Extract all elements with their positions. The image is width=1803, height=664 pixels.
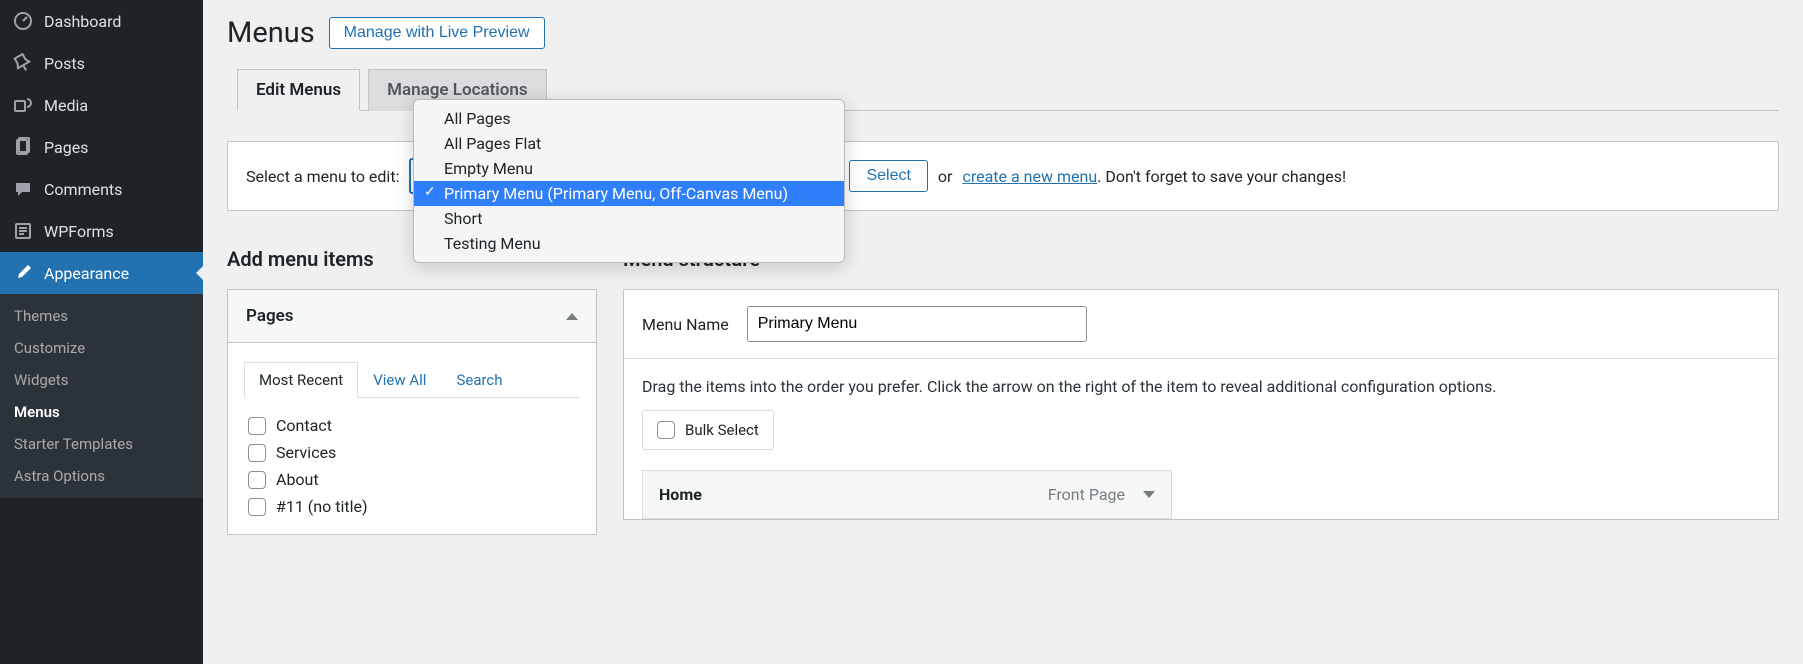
dropdown-option[interactable]: All Pages [414,106,844,131]
menu-name-input[interactable] [747,306,1087,342]
media-icon [12,94,34,116]
page-row: #11 (no title) [248,493,576,520]
sub-starter-templates[interactable]: Starter Templates [0,428,203,460]
comment-icon [12,178,34,200]
form-icon [12,220,34,242]
tab-most-recent[interactable]: Most Recent [244,362,358,398]
page-checkbox[interactable] [248,417,266,435]
panel-title: Pages [246,306,294,326]
nav-pages[interactable]: Pages [0,126,203,168]
select-suffix-label: . Don't forget to save your changes! [1097,167,1346,186]
dropdown-option-selected[interactable]: Primary Menu (Primary Menu, Off-Canvas M… [414,181,844,206]
pages-checklist: Contact Services About #11 (no title) [228,398,596,534]
page-label: About [276,470,319,489]
page-heading: Menus Manage with Live Preview [227,16,1779,50]
dashboard-icon [12,10,34,32]
tab-view-all[interactable]: View All [358,362,441,398]
page-checkbox[interactable] [248,471,266,489]
add-menu-items-column: Add menu items Pages Most Recent View Al… [227,247,597,535]
nav-label: Pages [44,138,88,157]
nav-comments[interactable]: Comments [0,168,203,210]
caret-down-icon [1143,491,1155,498]
nav-media[interactable]: Media [0,84,203,126]
admin-sidebar: Dashboard Posts Media Pages Comments WPF… [0,0,203,664]
menu-name-label: Menu Name [642,315,729,334]
nav-label: Media [44,96,88,115]
or-label: or [938,167,953,186]
page-label: Services [276,443,336,462]
brush-icon [12,262,34,284]
page-checkbox[interactable] [248,498,266,516]
dropdown-option[interactable]: Testing Menu [414,231,844,256]
tab-search[interactable]: Search [441,362,517,398]
bulk-select-label: Bulk Select [685,421,759,439]
sub-menus[interactable]: Menus [0,396,203,428]
dropdown-option[interactable]: Short [414,206,844,231]
nav-label: Comments [44,180,122,199]
page-title: Menus [227,16,315,50]
sub-widgets[interactable]: Widgets [0,364,203,396]
nav-dashboard[interactable]: Dashboard [0,0,203,42]
pages-inner-tabs: Most Recent View All Search [244,361,580,398]
pages-panel: Pages Most Recent View All Search Contac… [227,289,597,535]
bulk-select-toggle[interactable]: Bulk Select [642,410,774,450]
menu-select-options-popup: All Pages All Pages Flat Empty Menu Prim… [413,99,845,263]
bulk-select-checkbox[interactable] [657,421,675,439]
menu-item-title: Home [659,485,702,504]
page-row: About [248,466,576,493]
sub-astra-options[interactable]: Astra Options [0,460,203,492]
nav-label: Posts [44,54,85,73]
select-button[interactable]: Select [849,160,927,192]
sub-themes[interactable]: Themes [0,300,203,332]
menu-structure-panel: Menu Name Drag the items into the order … [623,289,1779,520]
menu-item-type: Front Page [1048,485,1125,504]
dropdown-option[interactable]: Empty Menu [414,156,844,181]
pin-icon [12,52,34,74]
nav-appearance[interactable]: Appearance [0,252,203,294]
nav-posts[interactable]: Posts [0,42,203,84]
page-label: #11 (no title) [276,497,368,516]
page-checkbox[interactable] [248,444,266,462]
page-label: Contact [276,416,332,435]
live-preview-button[interactable]: Manage with Live Preview [329,17,545,49]
menu-item-home[interactable]: Home Front Page [642,470,1172,519]
nav-label: Appearance [44,264,129,283]
nav-label: Dashboard [44,12,121,31]
menu-structure-column: Menu structure Menu Name Drag the items … [623,247,1779,535]
select-prefix-label: Select a menu to edit: [246,167,399,186]
dropdown-option[interactable]: All Pages Flat [414,131,844,156]
menu-name-row: Menu Name [624,290,1778,359]
page-row: Services [248,439,576,466]
caret-up-icon [566,313,578,320]
page-row: Contact [248,412,576,439]
instructions-text: Drag the items into the order you prefer… [624,359,1778,410]
nav-label: WPForms [44,222,114,241]
sub-customize[interactable]: Customize [0,332,203,364]
appearance-submenu: Themes Customize Widgets Menus Starter T… [0,294,203,498]
nav-wpforms[interactable]: WPForms [0,210,203,252]
tab-edit-menus[interactable]: Edit Menus [237,69,360,111]
create-new-menu-link[interactable]: create a new menu [962,167,1097,186]
pages-panel-toggle[interactable]: Pages [228,290,596,343]
pages-icon [12,136,34,158]
